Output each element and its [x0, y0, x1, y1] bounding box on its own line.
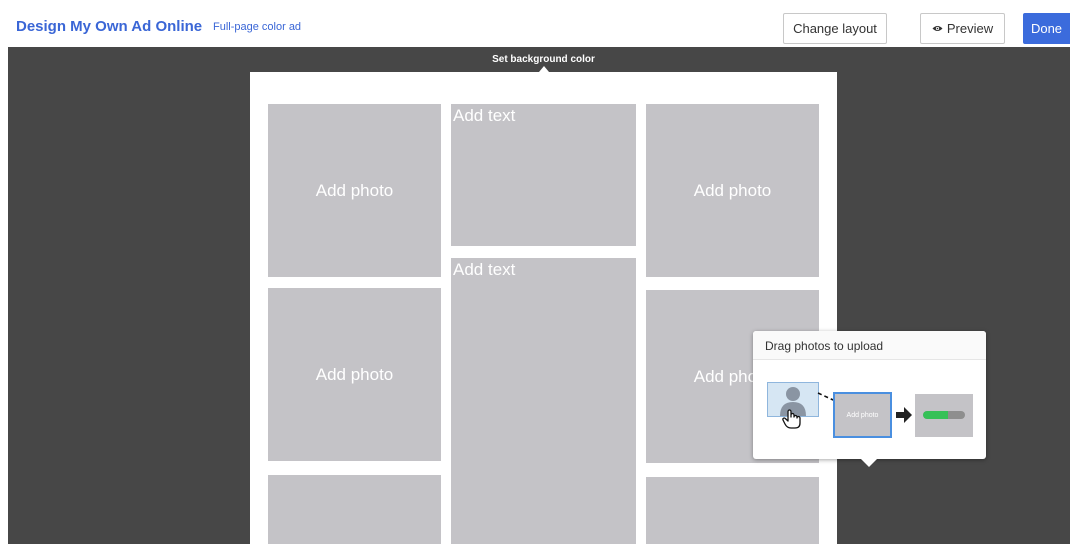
app-title: Design My Own Ad Online — [16, 18, 203, 35]
demo-upload-result — [915, 394, 973, 437]
text-slot-label: Add text — [453, 260, 516, 279]
hand-cursor-icon — [782, 409, 801, 429]
eye-icon — [932, 26, 943, 31]
arrow-right-icon — [896, 407, 912, 423]
done-label: Done — [1030, 21, 1063, 36]
photo-slot-2[interactable]: Add photo — [646, 104, 819, 277]
top-toolbar: Design My Own Ad Online Full-page color … — [0, 0, 1070, 47]
done-button[interactable]: Done — [1023, 13, 1070, 44]
photo-slot-3[interactable]: Add photo — [268, 288, 441, 461]
upload-progress-bar — [923, 411, 965, 419]
preview-button[interactable]: Preview — [920, 13, 1005, 44]
ad-type-subtitle: Full-page color ad — [213, 21, 302, 33]
text-slot-label: Add text — [453, 106, 516, 125]
set-background-color-link[interactable]: Set background color — [472, 54, 615, 65]
photo-slot-1[interactable]: Add photo — [268, 104, 441, 277]
photo-slot-6[interactable] — [646, 477, 819, 544]
popup-title: Drag photos to upload — [753, 331, 986, 360]
demo-photo-slot: Add photo — [833, 392, 892, 438]
demo-slot-label: Add photo — [846, 411, 879, 419]
upload-progress-fill — [923, 411, 949, 419]
text-slot-1[interactable]: Add text — [451, 104, 636, 246]
drag-photos-popup: Drag photos to upload Add photo — [753, 331, 986, 459]
preview-label: Preview — [946, 21, 994, 36]
text-slot-2[interactable]: Add text — [451, 258, 636, 544]
photo-slot-5[interactable] — [268, 475, 441, 544]
photo-slot-label: Add photo — [315, 180, 394, 200]
photo-slot-label: Add photo — [315, 364, 394, 384]
photo-slot-label: Add photo — [693, 180, 772, 200]
change-layout-button[interactable]: Change layout — [783, 13, 887, 44]
popup-caret — [861, 459, 877, 467]
change-layout-label: Change layout — [793, 21, 877, 36]
